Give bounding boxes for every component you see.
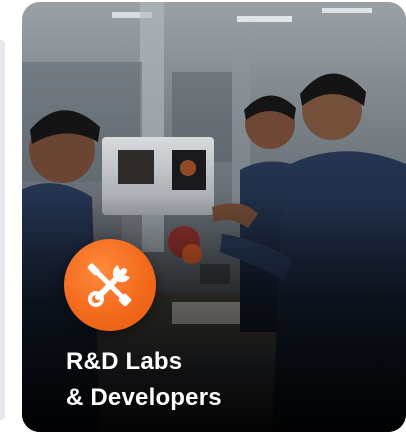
- wrench-screwdriver-icon: [87, 263, 132, 307]
- rnd-labs-card[interactable]: R&D Labs & Developers: [22, 2, 406, 432]
- card-title-line-2: & Developers: [66, 384, 222, 411]
- adjacent-card-edge: [0, 40, 5, 420]
- tools-badge: [64, 239, 156, 331]
- card-title-line-1: R&D Labs: [66, 348, 183, 375]
